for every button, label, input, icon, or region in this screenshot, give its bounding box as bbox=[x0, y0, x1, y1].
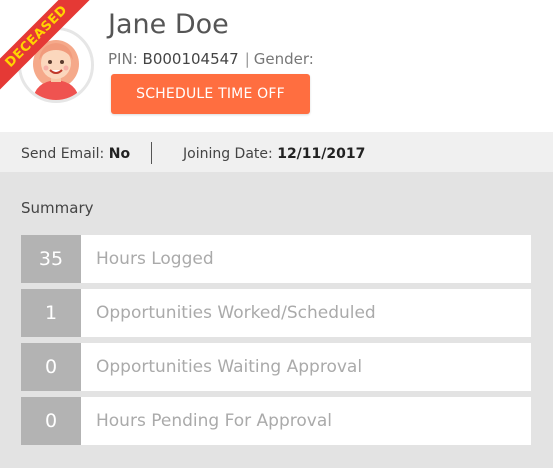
summary-row: 1 Opportunities Worked/Scheduled bbox=[21, 289, 531, 337]
gender-label: Gender: bbox=[253, 50, 314, 68]
profile-header: DECEASED Jane Doe PIN: B000104547 | Gender… bbox=[0, 0, 553, 132]
summary-value: 0 bbox=[21, 343, 81, 391]
info-bar: Send Email: No Joining Date: 12/11/2017 bbox=[0, 132, 553, 172]
avatar bbox=[18, 27, 94, 103]
summary-label: Opportunities Worked/Scheduled bbox=[81, 289, 531, 337]
summary-value: 35 bbox=[21, 235, 81, 283]
schedule-time-off-button[interactable]: SCHEDULE TIME OFF bbox=[111, 74, 310, 114]
joining-date-info: Joining Date: 12/11/2017 bbox=[183, 146, 365, 162]
pin-label: PIN: bbox=[108, 50, 138, 68]
joining-date-label: Joining Date: bbox=[183, 146, 273, 162]
pin-gender-separator: | bbox=[244, 50, 250, 68]
summary-value: 1 bbox=[21, 289, 81, 337]
pin-value: B000104547 bbox=[142, 50, 239, 68]
send-email-value: No bbox=[108, 146, 131, 162]
summary-label: Hours Logged bbox=[81, 235, 531, 283]
pin-gender-row: PIN: B000104547 | Gender: bbox=[108, 50, 314, 68]
summary-title: Summary bbox=[21, 199, 94, 217]
summary-label: Hours Pending For Approval bbox=[81, 397, 531, 445]
joining-date-value: 12/11/2017 bbox=[277, 146, 366, 162]
summary-row: 0 Hours Pending For Approval bbox=[21, 397, 531, 445]
send-email-info: Send Email: No bbox=[21, 146, 130, 162]
cross-icon bbox=[8, 6, 24, 28]
summary-label: Opportunities Waiting Approval bbox=[81, 343, 531, 391]
summary-value: 0 bbox=[21, 397, 81, 445]
avatar-icon bbox=[21, 30, 91, 100]
summary-row: 35 Hours Logged bbox=[21, 235, 531, 283]
info-divider bbox=[151, 142, 152, 164]
send-email-label: Send Email: bbox=[21, 146, 105, 162]
profile-name: Jane Doe bbox=[108, 9, 229, 40]
summary-row: 0 Opportunities Waiting Approval bbox=[21, 343, 531, 391]
